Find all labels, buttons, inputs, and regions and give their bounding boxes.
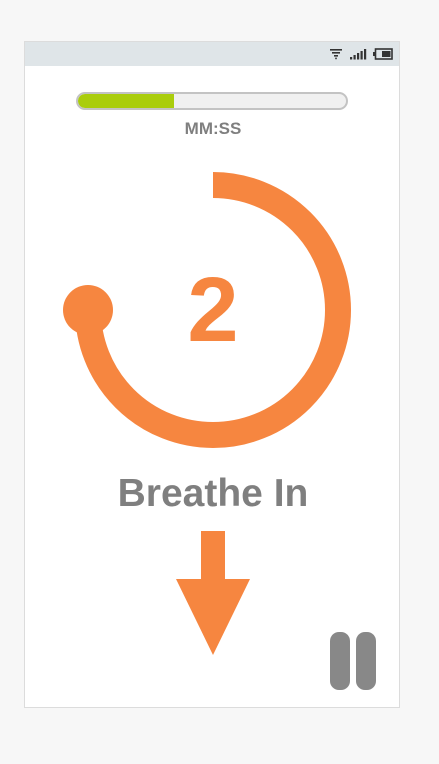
pause-icon (330, 632, 350, 690)
breath-ring-knob (63, 285, 113, 335)
phone-screen: MM:SS 2 Breathe In (24, 41, 400, 708)
breath-phase-label: Breathe In (117, 472, 309, 515)
pause-button[interactable] (330, 632, 376, 692)
arrow-down-icon (176, 531, 250, 655)
pause-icon (356, 632, 376, 690)
breath-count: 2 (187, 259, 239, 361)
breath-ring (63, 172, 351, 448)
